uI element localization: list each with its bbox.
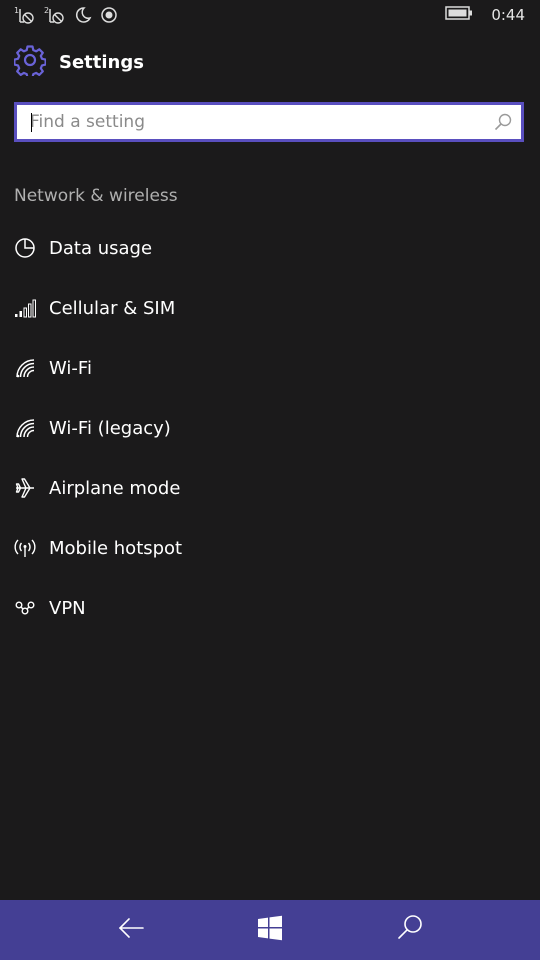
menu-item-label: Airplane mode <box>49 477 181 499</box>
sim1-no-signal-icon: 1 <box>14 5 36 25</box>
menu-item-vpn[interactable]: VPN <box>0 578 540 638</box>
menu-item-airplane-mode[interactable]: Airplane mode <box>0 458 540 518</box>
pie-chart-icon <box>14 237 36 259</box>
menu-item-wifi-legacy[interactable]: Wi-Fi (legacy) <box>0 398 540 458</box>
search-box[interactable] <box>14 102 524 142</box>
battery-icon <box>445 5 473 24</box>
svg-text:2: 2 <box>44 6 49 15</box>
section-label: Network & wireless <box>14 186 178 206</box>
text-caret <box>31 113 32 132</box>
page-title: Settings <box>59 51 144 73</box>
location-icon <box>100 5 118 25</box>
menu-item-label: VPN <box>49 597 86 619</box>
vpn-icon <box>14 597 36 619</box>
menu-item-label: Wi-Fi (legacy) <box>49 417 171 439</box>
settings-list: Data usage Cellular & SIM Wi-Fi Wi-Fi (l… <box>0 218 540 638</box>
svg-text:1: 1 <box>14 6 19 15</box>
search-icon[interactable] <box>493 112 513 132</box>
hotspot-icon <box>14 537 36 559</box>
search-icon <box>395 913 425 947</box>
search-button[interactable] <box>394 914 426 946</box>
clock: 0:44 <box>491 5 525 24</box>
signal-bars-icon <box>14 297 36 319</box>
status-icons: 1 2 <box>14 5 118 25</box>
menu-item-mobile-hotspot[interactable]: Mobile hotspot <box>0 518 540 578</box>
menu-item-data-usage[interactable]: Data usage <box>0 218 540 278</box>
screen: 1 2 0:44 Settings Find a setting Network… <box>0 0 540 960</box>
search-input[interactable] <box>17 105 493 139</box>
back-button[interactable] <box>115 914 147 946</box>
status-bar: 1 2 0:44 <box>0 0 540 32</box>
quiet-hours-moon-icon <box>74 5 92 25</box>
sim2-no-signal-icon: 2 <box>44 5 66 25</box>
wifi-icon <box>14 417 36 439</box>
menu-item-label: Wi-Fi <box>49 357 92 379</box>
page-header: Settings <box>13 44 144 80</box>
back-arrow-icon <box>116 913 146 947</box>
windows-logo-icon <box>256 914 284 946</box>
menu-item-cellular-sim[interactable]: Cellular & SIM <box>0 278 540 338</box>
menu-item-label: Data usage <box>49 237 153 259</box>
wifi-icon <box>14 357 36 379</box>
gear-icon <box>13 44 47 80</box>
status-right: 0:44 <box>445 5 525 24</box>
menu-item-label: Cellular & SIM <box>49 297 176 319</box>
start-button[interactable] <box>254 914 286 946</box>
navigation-bar <box>0 900 540 960</box>
airplane-icon <box>14 477 36 499</box>
menu-item-wifi[interactable]: Wi-Fi <box>0 338 540 398</box>
menu-item-label: Mobile hotspot <box>49 537 183 559</box>
